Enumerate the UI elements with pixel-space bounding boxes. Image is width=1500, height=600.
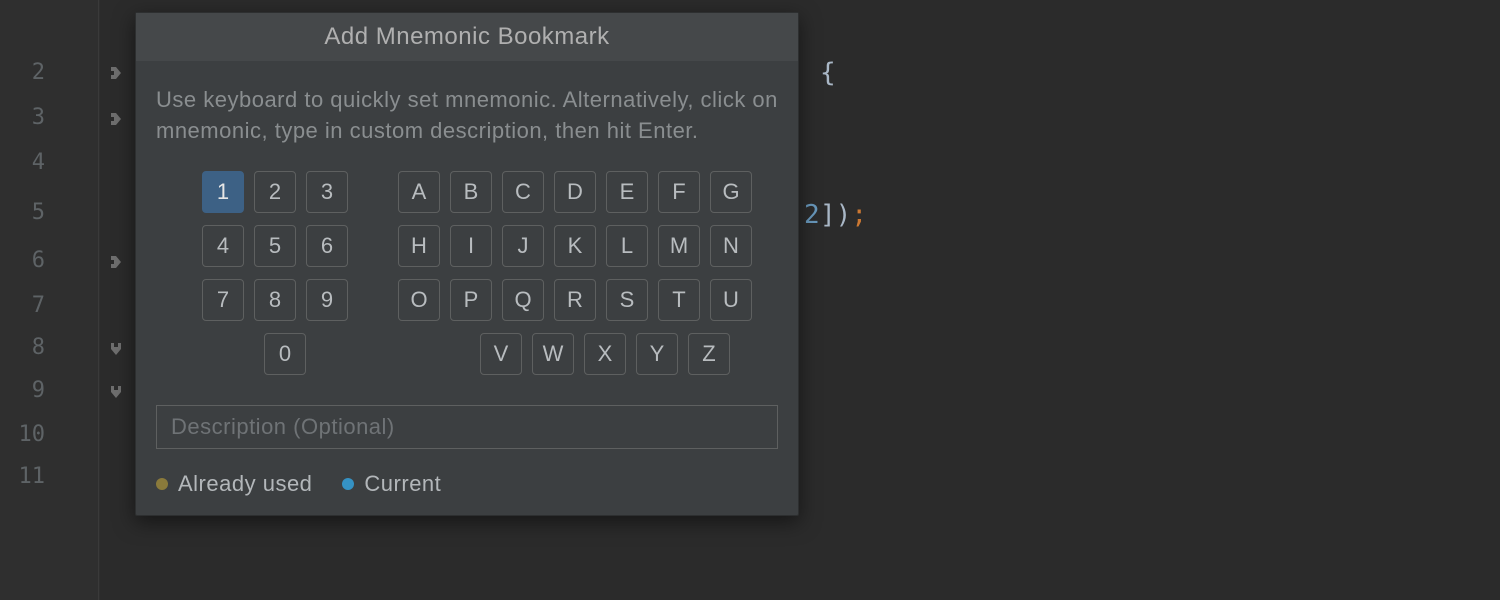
line-number: 3 [0,105,45,130]
dot-current-icon [342,478,354,490]
line-number: 2 [0,60,45,85]
mnemonic-key-Z[interactable]: Z [688,333,730,375]
gutter: 2 3 4 5 6 7 8 9 10 11 [0,0,100,600]
fold-end-icon[interactable] [108,384,124,400]
line-number: 9 [0,378,45,403]
mnemonic-key-8[interactable]: 8 [254,279,296,321]
dialog-instructions: Use keyboard to quickly set mnemonic. Al… [156,85,778,147]
dialog-title: Add Mnemonic Bookmark [136,13,798,61]
mnemonic-bookmark-dialog: Add Mnemonic Bookmark Use keyboard to qu… [135,12,799,516]
legend-label: Already used [178,471,312,497]
fold-end-icon[interactable] [108,341,124,357]
line-number: 4 [0,150,45,175]
line-number: 6 [0,248,45,273]
mnemonic-key-C[interactable]: C [502,171,544,213]
mnemonic-key-M[interactable]: M [658,225,700,267]
mnemonic-key-H[interactable]: H [398,225,440,267]
mnemonic-key-I[interactable]: I [450,225,492,267]
mnemonic-key-E[interactable]: E [606,171,648,213]
fold-toggle-icon[interactable] [108,254,124,270]
mnemonic-key-K[interactable]: K [554,225,596,267]
mnemonic-key-W[interactable]: W [532,333,574,375]
mnemonic-key-5[interactable]: 5 [254,225,296,267]
mnemonic-key-X[interactable]: X [584,333,626,375]
mnemonic-key-3[interactable]: 3 [306,171,348,213]
mnemonic-key-1[interactable]: 1 [202,171,244,213]
mnemonic-key-S[interactable]: S [606,279,648,321]
mnemonic-key-A[interactable]: A [398,171,440,213]
mnemonic-key-Y[interactable]: Y [636,333,678,375]
mnemonic-key-G[interactable]: G [710,171,752,213]
fold-toggle-icon[interactable] [108,111,124,127]
line-number: 5 [0,200,45,225]
mnemonic-key-N[interactable]: N [710,225,752,267]
mnemonic-key-U[interactable]: U [710,279,752,321]
mnemonic-key-2[interactable]: 2 [254,171,296,213]
dot-already-used-icon [156,478,168,490]
description-input[interactable] [156,405,778,449]
mnemonic-key-9[interactable]: 9 [306,279,348,321]
mnemonic-key-B[interactable]: B [450,171,492,213]
code-fragment: 2 [804,200,820,230]
mnemonic-key-0[interactable]: 0 [264,333,306,375]
code-fragment: ]); [820,200,867,230]
legend-already-used: Already used [156,471,312,497]
mnemonic-key-V[interactable]: V [480,333,522,375]
mnemonic-key-P[interactable]: P [450,279,492,321]
mnemonic-key-7[interactable]: 7 [202,279,244,321]
mnemonic-key-R[interactable]: R [554,279,596,321]
mnemonic-key-F[interactable]: F [658,171,700,213]
mnemonic-key-6[interactable]: 6 [306,225,348,267]
line-number: 7 [0,293,45,318]
legend-current: Current [342,471,441,497]
legend: Already used Current [156,471,778,497]
mnemonic-key-Q[interactable]: Q [502,279,544,321]
mnemonic-key-4[interactable]: 4 [202,225,244,267]
legend-label: Current [364,471,441,497]
fold-toggle-icon[interactable] [108,65,124,81]
mnemonic-key-L[interactable]: L [606,225,648,267]
mnemonic-key-D[interactable]: D [554,171,596,213]
mnemonic-key-T[interactable]: T [658,279,700,321]
line-number: 11 [0,464,45,489]
mnemonic-key-grid: 123 ABCDEFG 456 HIJKLMN 789 OPQRSTU 0 VWXYZ [202,171,778,375]
mnemonic-key-O[interactable]: O [398,279,440,321]
line-number: 10 [0,422,45,447]
line-number: 8 [0,335,45,360]
code-fragment: { [820,58,836,88]
mnemonic-key-J[interactable]: J [502,225,544,267]
